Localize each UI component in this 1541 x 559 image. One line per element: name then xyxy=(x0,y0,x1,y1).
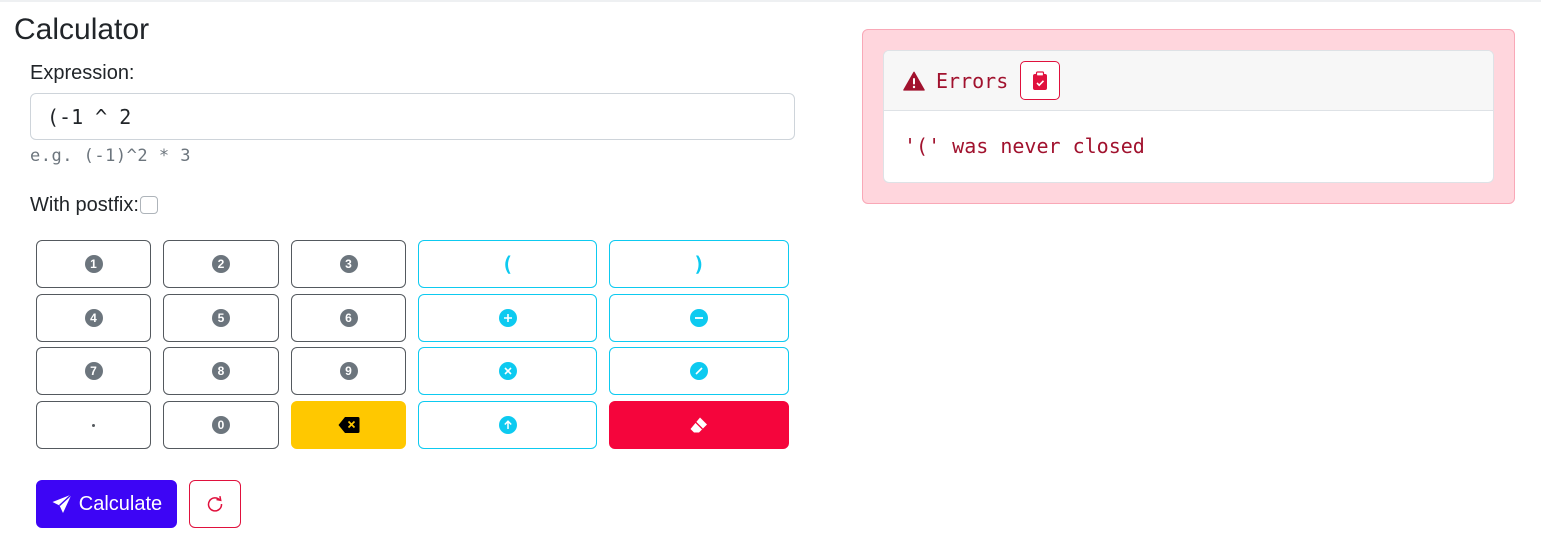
key-8[interactable]: 8 xyxy=(163,347,279,395)
x-circle-icon xyxy=(498,362,517,380)
arrow-up-circle-icon xyxy=(498,416,517,434)
key-open-paren[interactable]: ( xyxy=(418,240,597,288)
dash-circle-icon xyxy=(690,309,708,327)
calculate-label: Calculate xyxy=(78,492,163,515)
error-message: '(' was never closed xyxy=(904,134,1145,158)
expression-hint: e.g. (-1)^2 * 3 xyxy=(30,146,192,166)
postfix-checkbox[interactable] xyxy=(139,196,158,214)
key-5[interactable]: 5 xyxy=(163,294,279,342)
key-0[interactable]: 0 xyxy=(163,401,279,449)
digit-3-label: 3 xyxy=(339,255,358,273)
open-paren-label: ( xyxy=(501,252,514,276)
key-9[interactable]: 9 xyxy=(291,347,406,395)
postfix-label: With postfix: xyxy=(30,194,139,216)
plus-circle-icon xyxy=(498,309,517,327)
clipboard-check-icon xyxy=(1033,70,1048,90)
key-3[interactable]: 3 xyxy=(291,240,406,288)
key-1[interactable]: 1 xyxy=(36,240,151,288)
errors-header: Errors xyxy=(884,51,1493,111)
key-backspace[interactable] xyxy=(291,401,406,449)
arrow-clockwise-icon xyxy=(207,495,223,512)
digit-9-label: 9 xyxy=(339,362,358,380)
key-multiply[interactable] xyxy=(418,347,597,395)
digit-8-label: 8 xyxy=(212,362,230,380)
digit-7-label: 7 xyxy=(84,362,103,380)
key-6[interactable]: 6 xyxy=(291,294,406,342)
expression-input[interactable] xyxy=(30,93,795,140)
copy-errors-button[interactable] xyxy=(1020,61,1061,100)
digit-1-label: 1 xyxy=(84,255,103,273)
key-2[interactable]: 2 xyxy=(163,240,279,288)
reset-button[interactable] xyxy=(189,480,241,528)
top-border xyxy=(0,0,1541,2)
digit-0-label: 0 xyxy=(212,416,230,434)
key-minus[interactable] xyxy=(609,294,789,342)
eraser-icon xyxy=(690,417,707,433)
backspace-icon xyxy=(338,417,359,433)
expression-label: Expression: xyxy=(30,62,135,84)
digit-6-label: 6 xyxy=(339,309,358,327)
key-divide[interactable] xyxy=(609,347,789,395)
key-7[interactable]: 7 xyxy=(36,347,151,395)
key-plus[interactable] xyxy=(418,294,597,342)
slash-circle-icon xyxy=(690,362,708,380)
key-decimal[interactable] xyxy=(36,401,151,449)
page-title: Calculator xyxy=(14,13,150,46)
dot-icon xyxy=(92,423,95,427)
postfix-row: With postfix: xyxy=(30,193,158,217)
key-power[interactable] xyxy=(418,401,597,449)
key-4[interactable]: 4 xyxy=(36,294,151,342)
key-close-paren[interactable]: ) xyxy=(609,240,789,288)
digit-4-label: 4 xyxy=(84,309,103,327)
errors-title: Errors xyxy=(936,68,1009,93)
digit-5-label: 5 xyxy=(212,309,230,327)
send-icon xyxy=(52,493,72,513)
key-clear[interactable] xyxy=(609,401,789,449)
digit-2-label: 2 xyxy=(212,255,230,273)
calculate-button[interactable]: Calculate xyxy=(36,480,177,528)
errors-card: Errors '(' was never closed xyxy=(883,50,1494,183)
exclamation-triangle-icon xyxy=(903,71,925,91)
close-paren-label: ) xyxy=(692,252,706,276)
